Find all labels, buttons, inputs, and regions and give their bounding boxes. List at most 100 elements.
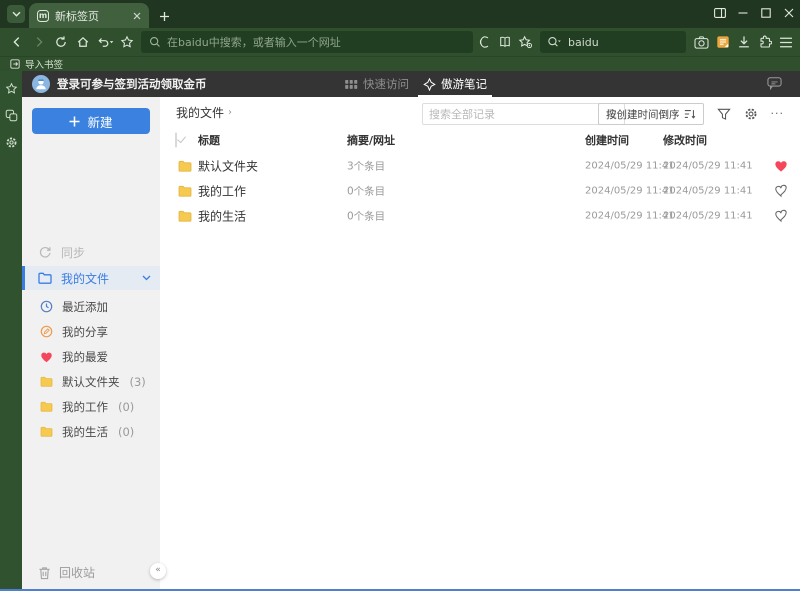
filter-icon[interactable] xyxy=(716,108,731,121)
extensions-button[interactable] xyxy=(754,31,775,53)
sidebar-item-my-files[interactable]: 我的文件 xyxy=(22,266,160,290)
back-icon xyxy=(10,35,24,49)
home-icon xyxy=(76,35,90,49)
feedback-button[interactable] xyxy=(767,76,782,90)
row-created: 2024/05/29 11:41 xyxy=(585,210,675,221)
sidebar-item-shares[interactable]: 我的分享 xyxy=(22,319,160,344)
folder-icon xyxy=(178,160,192,172)
new-note-button[interactable]: 新建 xyxy=(32,108,150,134)
minimize-button[interactable] xyxy=(731,0,754,26)
reading-mode-button[interactable] xyxy=(495,31,514,53)
sync-button[interactable]: 同步 xyxy=(22,240,160,264)
new-tab-button[interactable] xyxy=(159,11,170,22)
search-engine-box[interactable]: baidu xyxy=(540,31,686,53)
column-title[interactable]: 标题 xyxy=(198,132,220,148)
tab-quick-access[interactable]: 快速访问 xyxy=(345,71,409,97)
gear-icon[interactable] xyxy=(744,107,758,121)
column-created[interactable]: 创建时间 xyxy=(585,132,629,148)
list-tools: 按创建时间倒序 ··· xyxy=(598,103,784,125)
import-bookmarks-icon xyxy=(10,58,20,69)
favorite-heart-icon[interactable] xyxy=(774,159,788,172)
breadcrumb[interactable]: 我的文件 › xyxy=(176,101,232,123)
row-title[interactable]: 我的生活 xyxy=(198,207,246,224)
table-row[interactable]: 我的工作 0个条目 2024/05/29 11:41 2024/05/29 11… xyxy=(160,178,800,203)
notes-search-input[interactable] xyxy=(429,107,606,121)
maxnote-toolbar-button[interactable] xyxy=(712,31,733,53)
table-row[interactable]: 默认文件夹 3个条目 2024/05/29 11:41 2024/05/29 1… xyxy=(160,153,800,178)
voice-icon xyxy=(477,35,491,49)
recycle-bin-label: 回收站 xyxy=(59,566,96,580)
collapse-sidebar-button[interactable]: « xyxy=(150,563,166,579)
favorite-heart-outline-icon[interactable] xyxy=(774,209,788,222)
book-icon xyxy=(498,36,512,48)
address-input[interactable] xyxy=(167,35,465,49)
sidebar-item-work[interactable]: 我的工作 (0) xyxy=(22,394,160,419)
maximize-button[interactable] xyxy=(754,0,777,26)
maxnote-strip-icon[interactable] xyxy=(5,109,18,122)
read-aloud-button[interactable] xyxy=(474,31,493,53)
avatar[interactable] xyxy=(32,75,50,93)
import-bookmarks-button[interactable]: 导入书签 xyxy=(25,57,63,71)
star-icon xyxy=(120,35,134,49)
sidebar-item-default-folder[interactable]: 默认文件夹 (3) xyxy=(22,369,160,394)
login-banner[interactable]: 登录可参与签到活动领取金币 xyxy=(57,76,207,92)
column-summary[interactable]: 摘要/网址 xyxy=(347,132,395,148)
sidebar-item-life[interactable]: 我的生活 (0) xyxy=(22,419,160,444)
folder-icon xyxy=(40,401,53,412)
titlebar: m 新标签页 xyxy=(0,0,800,28)
forward-button[interactable] xyxy=(28,31,50,53)
tab-maxnote[interactable]: 傲游笔记 xyxy=(418,71,492,97)
more-options-icon[interactable]: ··· xyxy=(771,108,785,119)
favorite-button[interactable] xyxy=(116,31,138,53)
refresh-button[interactable] xyxy=(50,31,72,53)
favorite-heart-outline-icon[interactable] xyxy=(774,184,788,197)
folder-icon xyxy=(40,376,53,387)
tab-list-chevron-button[interactable] xyxy=(7,5,25,23)
sort-order-button[interactable]: 按创建时间倒序 xyxy=(598,103,704,125)
new-tab-page: 登录可参与签到活动领取金币 快速访问 傲游笔记 新建 同步 我的文件 最近添加 … xyxy=(0,71,800,591)
row-title[interactable]: 我的工作 xyxy=(198,182,246,199)
tab-close-icon[interactable] xyxy=(133,12,141,20)
column-modified[interactable]: 修改时间 xyxy=(663,132,707,148)
folder-icon xyxy=(40,426,53,437)
camera-icon xyxy=(694,35,709,49)
back-button[interactable] xyxy=(6,31,28,53)
chevron-down-icon[interactable] xyxy=(142,275,151,281)
home-button[interactable] xyxy=(72,31,94,53)
address-bar[interactable] xyxy=(141,31,473,53)
split-screen-button[interactable] xyxy=(708,0,731,26)
sidebar-sub-list: 最近添加 我的分享 我的最爱 默认文件夹 (3) 我的工作 (0) 我的生活 (… xyxy=(22,294,160,444)
favorites-manager-button[interactable] xyxy=(516,31,535,53)
heart-icon xyxy=(40,351,53,363)
main-menu-button[interactable] xyxy=(775,31,796,53)
row-summary: 0个条目 xyxy=(347,185,386,197)
browser-tab[interactable]: m 新标签页 xyxy=(29,3,149,28)
table-row[interactable]: 我的生活 0个条目 2024/05/29 11:41 2024/05/29 11… xyxy=(160,203,800,228)
page-header: 登录可参与签到活动领取金币 快速访问 傲游笔记 xyxy=(22,71,800,97)
breadcrumb-label: 我的文件 xyxy=(176,105,225,120)
sidebar-item-recent[interactable]: 最近添加 xyxy=(22,294,160,319)
star-gear-icon xyxy=(518,35,533,49)
sidebar-item-favorites[interactable]: 我的最爱 xyxy=(22,344,160,369)
settings-strip-icon[interactable] xyxy=(5,136,18,149)
hamburger-menu-icon xyxy=(779,37,793,48)
notes-main: 我的文件 › 按创建时间倒序 ··· xyxy=(160,97,800,589)
new-note-label: 新建 xyxy=(87,114,113,130)
downloads-button[interactable] xyxy=(733,31,754,53)
select-all-checkbox[interactable] xyxy=(175,132,177,148)
item-count: (0) xyxy=(118,399,135,414)
folder-icon xyxy=(178,210,192,222)
screenshot-button[interactable] xyxy=(691,31,712,53)
recycle-bin-button[interactable]: 回收站 xyxy=(38,564,95,581)
undo-button[interactable] xyxy=(94,31,116,53)
favorites-strip-icon[interactable] xyxy=(5,82,18,95)
sidebar-item-label: 最近添加 xyxy=(62,299,108,314)
notes-sidebar: 新建 同步 我的文件 最近添加 我的分享 我的最爱 默认文件夹 (3) 我的工作… xyxy=(22,97,166,589)
forward-icon xyxy=(32,35,46,49)
notes-search-box[interactable] xyxy=(422,103,625,125)
sort-label: 按创建时间倒序 xyxy=(606,108,680,121)
item-count: (3) xyxy=(129,374,146,389)
close-window-button[interactable] xyxy=(777,0,800,26)
search-engine-query: baidu xyxy=(568,35,599,49)
row-title[interactable]: 默认文件夹 xyxy=(198,157,258,174)
